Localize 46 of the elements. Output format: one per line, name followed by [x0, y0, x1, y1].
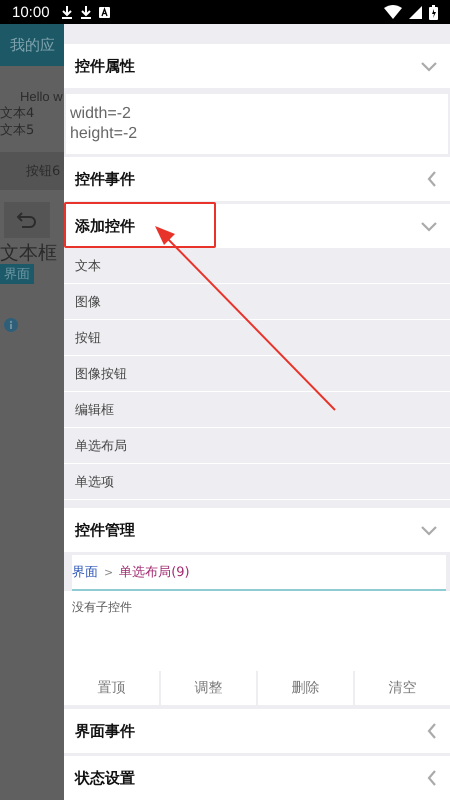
app-title: 我的应 — [10, 36, 55, 54]
breadcrumb-current: 单选布局(9) — [119, 564, 190, 581]
section-header[interactable]: 状态设置 — [64, 756, 450, 800]
widget-list-item[interactable]: 编辑框 — [64, 392, 450, 428]
chevron-down-icon — [420, 220, 438, 232]
screen-tag: 界面 — [0, 264, 34, 284]
action-button[interactable]: 调整 — [161, 671, 256, 705]
battery-icon — [429, 4, 438, 20]
widget-list-item[interactable]: 按钮 — [64, 320, 450, 356]
download-icon — [80, 5, 92, 19]
section-header[interactable]: 控件属性 — [64, 44, 450, 88]
section-title: 界面事件 — [75, 722, 135, 740]
widget-list-item[interactable]: 单选项 — [64, 464, 450, 500]
download-icon — [60, 5, 73, 19]
chevron-left-icon — [426, 769, 438, 787]
property-line: width=-2 — [70, 104, 132, 124]
info-icon — [4, 318, 18, 332]
widget-list-item[interactable]: 图像按钮 — [64, 356, 450, 392]
section-header[interactable]: 控件管理 — [64, 508, 450, 552]
section-title: 状态设置 — [75, 768, 135, 788]
action-button[interactable]: 删除 — [258, 671, 353, 705]
signal-icon — [409, 6, 422, 18]
widget-list-item[interactable]: 文本 — [64, 248, 450, 284]
action-button[interactable]: 清空 — [355, 671, 450, 705]
section-title: 控件管理 — [75, 520, 135, 540]
app-icon — [98, 6, 110, 18]
wifi-icon — [384, 5, 402, 19]
status-time: 10:00 — [12, 4, 50, 20]
section-header[interactable]: 添加控件 — [64, 204, 450, 248]
breadcrumb-separator: > — [104, 566, 114, 578]
section-header[interactable]: 界面事件 — [64, 709, 450, 753]
widget-list-item[interactable]: 单选布局 — [64, 428, 450, 464]
section-title: 控件事件 — [75, 170, 135, 188]
chevron-down-icon — [420, 60, 438, 72]
section-title: 添加控件 — [75, 216, 135, 236]
empty-message: 没有子控件 — [72, 600, 132, 614]
chevron-left-icon — [426, 170, 438, 188]
section-title: 控件属性 — [75, 56, 135, 76]
chevron-down-icon — [420, 524, 438, 536]
action-button[interactable]: 置顶 — [64, 671, 159, 705]
section-header[interactable]: 控件事件 — [64, 157, 450, 201]
chevron-left-icon — [426, 722, 438, 740]
breadcrumb-link[interactable]: 界面 — [72, 563, 98, 581]
property-line: height=-2 — [70, 124, 138, 144]
widget-list-item[interactable]: 图像 — [64, 284, 450, 320]
undo-icon — [16, 211, 38, 229]
